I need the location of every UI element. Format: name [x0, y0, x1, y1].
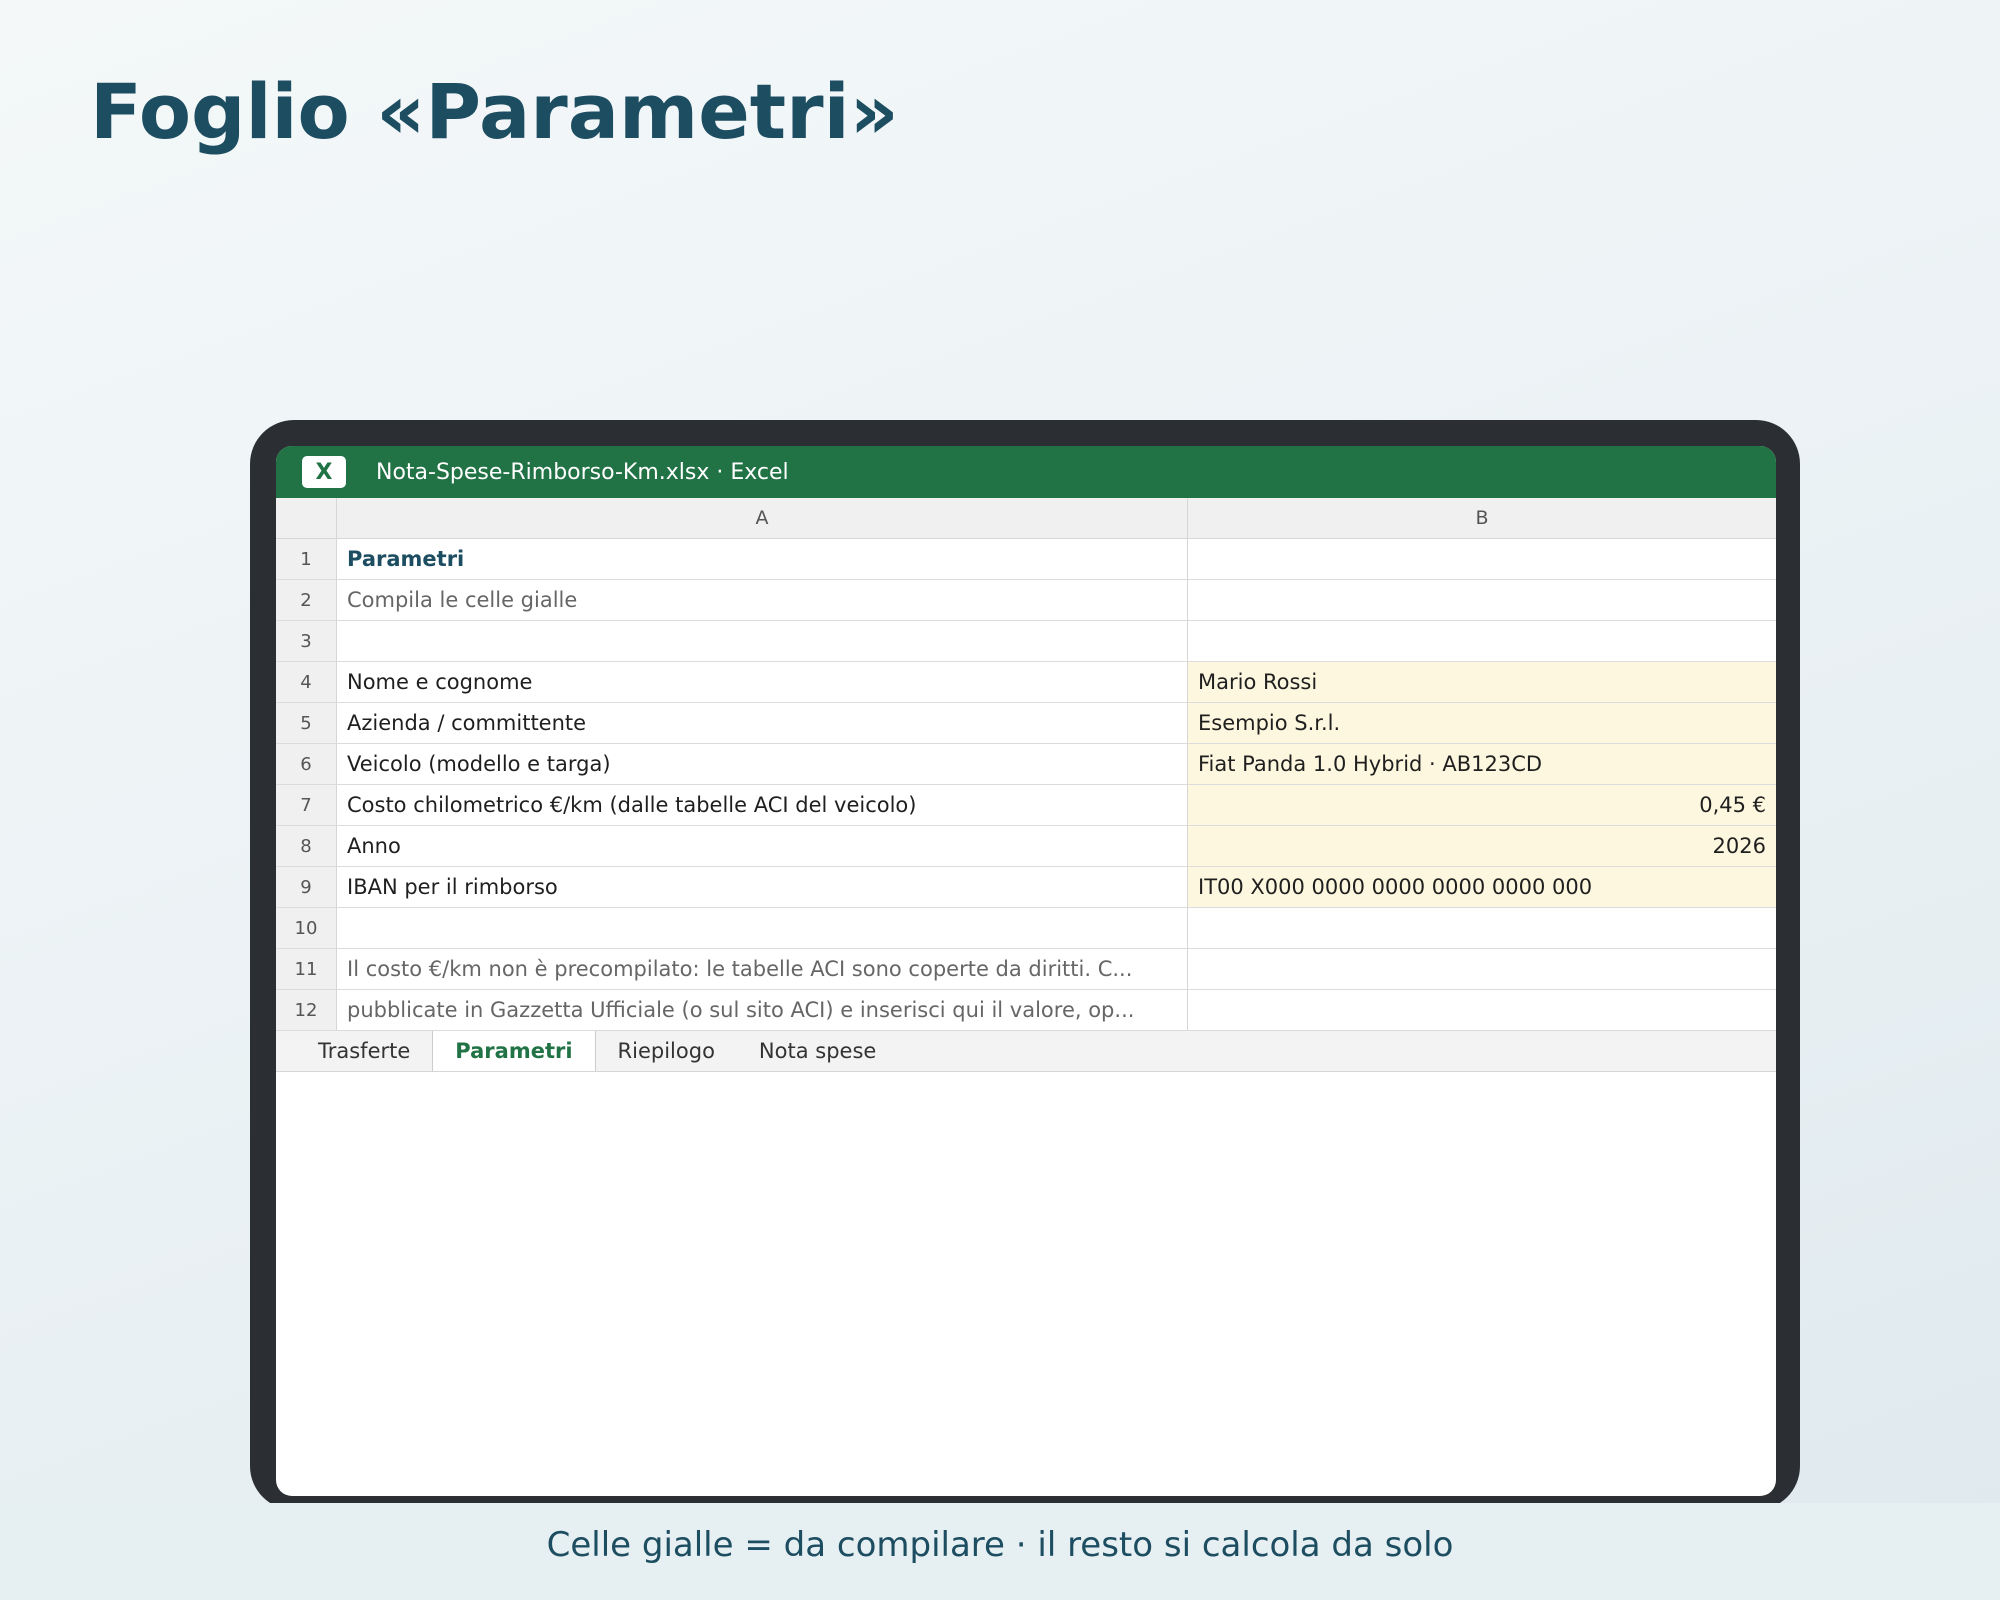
- table-row: 8 Anno 2026: [276, 826, 1776, 867]
- cell-a3[interactable]: [337, 621, 1188, 661]
- table-row: 2 Compila le celle gialle: [276, 580, 1776, 621]
- cell-a5[interactable]: Azienda / committente: [337, 703, 1188, 743]
- cell-b11[interactable]: [1188, 949, 1776, 989]
- footer-caption: Celle gialle = da compilare · il resto s…: [546, 1525, 1454, 1565]
- table-row: 12 pubblicate in Gazzetta Ufficiale (o s…: [276, 990, 1776, 1031]
- row-number[interactable]: 12: [276, 990, 337, 1030]
- table-row: 1 Parametri: [276, 539, 1776, 580]
- row-number[interactable]: 11: [276, 949, 337, 989]
- input-cell-company[interactable]: Esempio S.r.l.: [1188, 703, 1776, 743]
- input-cell-name[interactable]: Mario Rossi: [1188, 662, 1776, 702]
- cell-a7[interactable]: Costo chilometrico €/km (dalle tabelle A…: [337, 785, 1188, 825]
- input-cell-iban[interactable]: IT00 X000 0000 0000 0000 0000 000: [1188, 867, 1776, 907]
- row-number[interactable]: 4: [276, 662, 337, 702]
- cell-a8[interactable]: Anno: [337, 826, 1188, 866]
- table-row: 9 IBAN per il rimborso IT00 X000 0000 00…: [276, 867, 1776, 908]
- table-row: 10: [276, 908, 1776, 949]
- cell-a6[interactable]: Veicolo (modello e targa): [337, 744, 1188, 784]
- cell-a9[interactable]: IBAN per il rimborso: [337, 867, 1188, 907]
- page-title: Foglio «Parametri»: [90, 67, 899, 156]
- window-title: Nota-Spese-Rimborso-Km.xlsx · Excel: [376, 459, 789, 485]
- title-bar: X Nota-Spese-Rimborso-Km.xlsx · Excel: [276, 446, 1776, 498]
- row-number[interactable]: 8: [276, 826, 337, 866]
- row-number[interactable]: 1: [276, 539, 337, 579]
- excel-window: X Nota-Spese-Rimborso-Km.xlsx · Excel A …: [276, 446, 1776, 1496]
- tab-nota-spese[interactable]: Nota spese: [737, 1031, 898, 1071]
- row-number[interactable]: 7: [276, 785, 337, 825]
- tab-riepilogo[interactable]: Riepilogo: [596, 1031, 737, 1071]
- row-number[interactable]: 9: [276, 867, 337, 907]
- tab-trasferte[interactable]: Trasferte: [296, 1031, 432, 1071]
- column-header-a[interactable]: A: [337, 498, 1188, 538]
- table-row: 4 Nome e cognome Mario Rossi: [276, 662, 1776, 703]
- cell-a1[interactable]: Parametri: [337, 539, 1188, 579]
- table-row: 6 Veicolo (modello e targa) Fiat Panda 1…: [276, 744, 1776, 785]
- cell-a11[interactable]: Il costo €/km non è precompilato: le tab…: [337, 949, 1188, 989]
- row-number[interactable]: 5: [276, 703, 337, 743]
- cell-b1[interactable]: [1188, 539, 1776, 579]
- cell-b10[interactable]: [1188, 908, 1776, 948]
- cell-b12[interactable]: [1188, 990, 1776, 1030]
- input-cell-vehicle[interactable]: Fiat Panda 1.0 Hybrid · AB123CD: [1188, 744, 1776, 784]
- excel-app-icon: X: [302, 456, 346, 488]
- cell-a12[interactable]: pubblicate in Gazzetta Ufficiale (o sul …: [337, 990, 1188, 1030]
- column-header-b[interactable]: B: [1188, 498, 1776, 538]
- sheet-tab-bar: Trasferte Parametri Riepilogo Nota spese: [276, 1031, 1776, 1072]
- input-cell-year[interactable]: 2026: [1188, 826, 1776, 866]
- table-row: 5 Azienda / committente Esempio S.r.l.: [276, 703, 1776, 744]
- row-number[interactable]: 6: [276, 744, 337, 784]
- device-frame: X Nota-Spese-Rimborso-Km.xlsx · Excel A …: [250, 420, 1800, 1510]
- input-cell-cost-per-km[interactable]: 0,45 €: [1188, 785, 1776, 825]
- cell-a2[interactable]: Compila le celle gialle: [337, 580, 1188, 620]
- select-all-corner[interactable]: [276, 498, 337, 538]
- column-header-row: A B: [276, 498, 1776, 539]
- cell-a10[interactable]: [337, 908, 1188, 948]
- row-number[interactable]: 10: [276, 908, 337, 948]
- cell-b3[interactable]: [1188, 621, 1776, 661]
- cell-a4[interactable]: Nome e cognome: [337, 662, 1188, 702]
- tab-parametri[interactable]: Parametri: [432, 1031, 596, 1071]
- row-number[interactable]: 3: [276, 621, 337, 661]
- row-number[interactable]: 2: [276, 580, 337, 620]
- cell-b2[interactable]: [1188, 580, 1776, 620]
- table-row: 3: [276, 621, 1776, 662]
- sheet-grid: 1 Parametri 2 Compila le celle gialle 3 …: [276, 539, 1776, 1031]
- table-row: 7 Costo chilometrico €/km (dalle tabelle…: [276, 785, 1776, 826]
- table-row: 11 Il costo €/km non è precompilato: le …: [276, 949, 1776, 990]
